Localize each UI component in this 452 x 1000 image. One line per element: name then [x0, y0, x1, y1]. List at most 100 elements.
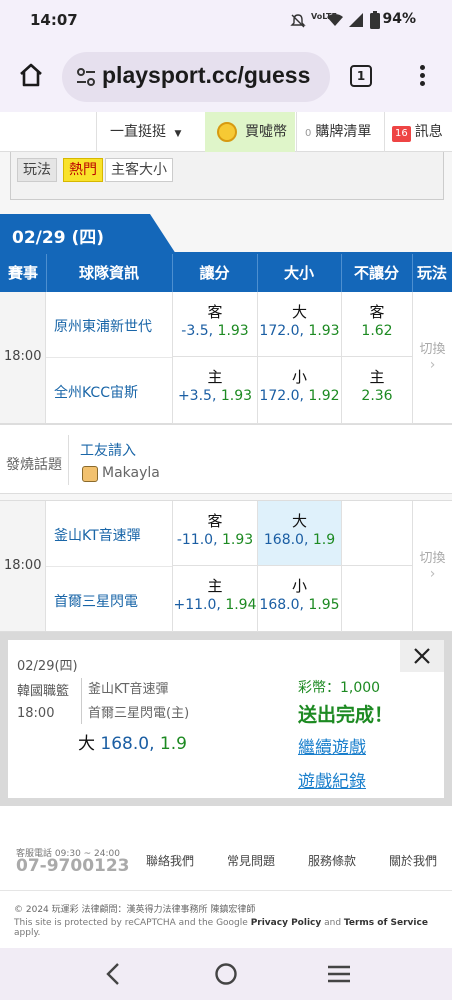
back-icon[interactable] — [103, 962, 123, 986]
cart-link[interactable]: 0 購牌清單 — [305, 112, 371, 152]
total-line: 168.0, — [259, 597, 304, 613]
filter-chip-hot[interactable]: 熱門 — [63, 158, 103, 182]
team-name-home[interactable]: 首爾三星閃電 — [54, 591, 138, 611]
game-record-link[interactable]: 遊戲紀錄 — [298, 767, 366, 792]
messages-count: 16 — [392, 126, 411, 142]
continue-game-link[interactable]: 繼續遊戲 — [298, 733, 366, 758]
game-row: 18:00 原州東浦新世代 全州KCC宙斯 客 -3.5, 1.93 主 +3.… — [0, 292, 452, 424]
site-footer: 客服電話 09:30 ~ 24:00 07-9700123 聯絡我們 常見問題 … — [0, 806, 452, 948]
spread-cell-away[interactable]: 客 -3.5, 1.93 — [172, 292, 257, 357]
spread-value: -11.0, 1.93 — [173, 532, 257, 548]
header-event: 賽事 — [7, 264, 38, 282]
team-name-away[interactable]: 原州東浦新世代 — [54, 316, 152, 336]
switch-label: 切換 — [419, 342, 446, 357]
bet-pick-side: 大 — [78, 734, 95, 754]
buy-coins-button[interactable]: 買噓幣 — [205, 112, 295, 152]
hotline-number[interactable]: 07-9700123 — [16, 856, 130, 876]
moneyline-side: 客 — [369, 303, 385, 321]
switch-play-button[interactable]: 切換 › — [412, 292, 452, 424]
moneyline-odds: 2.36 — [361, 388, 393, 404]
moneyline-cell-away[interactable]: 客 1.62 — [341, 292, 412, 357]
recent-apps-icon[interactable] — [327, 964, 351, 984]
hot-topic-link[interactable]: 工友請入 — [80, 440, 136, 460]
site-settings-icon[interactable] — [76, 68, 96, 86]
spread-odds: 1.93 — [221, 532, 254, 548]
messages-label: 訊息 — [414, 124, 443, 140]
recaptcha-notice: This site is protected by reCAPTCHA and … — [14, 918, 452, 938]
total-cell-under[interactable]: 小 172.0, 1.92 — [257, 357, 341, 424]
total-value: 168.0, 1.95 — [258, 597, 341, 613]
copyright-text: © 2024 玩運彩 法律顧問：漢英得力法律事務所 陳鎮宏律師 — [14, 905, 256, 915]
total-cell-over[interactable]: 大 172.0, 1.93 — [257, 292, 341, 357]
recaptcha-text: This site is protected by reCAPTCHA and … — [14, 918, 248, 928]
total-line: 172.0, — [259, 323, 304, 339]
total-line: 172.0, — [259, 388, 304, 404]
team-name-away[interactable]: 釜山KT音速彈 — [54, 525, 141, 545]
nav-divider — [296, 112, 297, 152]
spread-side: 客 — [207, 303, 223, 321]
bet-team-home: 首爾三星閃電(主) — [88, 706, 190, 721]
user-dropdown-label: 一直挺挺 — [110, 124, 166, 140]
total-side: 小 — [291, 368, 307, 386]
footer-link-faq[interactable]: 常見問題 — [227, 852, 275, 869]
spread-side: 主 — [207, 368, 223, 386]
status-time: 14:07 — [30, 11, 78, 29]
game-time: 18:00 — [4, 558, 42, 573]
home-icon[interactable] — [16, 60, 46, 90]
bet-date: 02/29(四) — [17, 659, 78, 674]
spread-cell-away[interactable]: 客 -11.0, 1.93 — [172, 501, 257, 566]
footer-link-contact[interactable]: 聯絡我們 — [146, 852, 194, 869]
recaptcha-and: and — [324, 918, 342, 928]
buy-coins-label: 買噓幣 — [245, 124, 287, 140]
close-icon — [414, 648, 430, 664]
chevron-right-icon: › — [429, 357, 436, 373]
date-tab-label: 02/29 (四) — [12, 228, 104, 248]
switch-play-button[interactable]: 切換 › — [412, 501, 452, 633]
team-name-home[interactable]: 全州KCC宙斯 — [54, 382, 138, 402]
wifi-icon — [327, 13, 343, 26]
filter-bar: 玩法 熱門 主客大小 — [10, 152, 444, 200]
total-value: 172.0, 1.93 — [258, 323, 341, 339]
close-popup-button[interactable] — [400, 640, 444, 672]
cart-label: 購牌清單 — [315, 124, 372, 140]
url-bar[interactable]: playsport.cc/guess — [62, 52, 330, 102]
signal-icon — [349, 13, 363, 27]
total-odds: 1.9 — [312, 532, 336, 548]
bet-pick-line: 168.0, — [100, 734, 155, 754]
messages-link[interactable]: 16 訊息 — [392, 112, 443, 152]
filter-chip-play[interactable]: 玩法 — [17, 158, 57, 182]
bet-time: 18:00 — [17, 706, 55, 721]
hot-topic-author[interactable]: Makayla — [102, 465, 160, 481]
more-menu-icon[interactable] — [412, 62, 432, 92]
filter-chip-home-away[interactable]: 主客大小 — [105, 158, 173, 182]
footer-link-about[interactable]: 關於我們 — [389, 852, 437, 869]
total-value: 168.0, 1.9 — [258, 532, 341, 548]
spread-odds: 1.93 — [220, 388, 253, 404]
total-cell-over-selected[interactable]: 大 168.0, 1.9 — [257, 501, 341, 566]
bet-summary-card: 02/29(四) 韓國職籃 18:00 釜山KT音速彈 首爾三星閃電(主) 大 … — [8, 640, 298, 798]
header-total: 大小 — [283, 264, 314, 282]
coin-icon — [217, 122, 237, 142]
bet-divider — [81, 678, 82, 724]
total-odds: 1.95 — [308, 597, 340, 613]
user-dropdown[interactable]: 一直挺挺 ▼ — [110, 112, 181, 152]
browser-toolbar: playsport.cc/guess 1 — [0, 42, 452, 112]
moneyline-cell-empty — [341, 501, 412, 566]
moneyline-side: 主 — [369, 368, 385, 386]
total-side: 小 — [291, 577, 307, 595]
spread-line: +11.0, — [173, 597, 221, 613]
footer-link-terms[interactable]: 服務條款 — [308, 852, 356, 869]
total-cell-under[interactable]: 小 168.0, 1.95 — [257, 566, 341, 633]
terms-of-service-link[interactable]: Terms of Service — [344, 918, 428, 928]
spread-cell-home[interactable]: 主 +11.0, 1.94 — [172, 566, 257, 633]
url-text[interactable]: playsport.cc/guess — [102, 62, 310, 89]
spread-cell-home[interactable]: 主 +3.5, 1.93 — [172, 357, 257, 424]
moneyline-cell-home[interactable]: 主 2.36 — [341, 357, 412, 424]
home-nav-icon[interactable] — [214, 962, 238, 986]
privacy-policy-link[interactable]: Privacy Policy — [251, 918, 322, 928]
tab-switcher-button[interactable]: 1 — [350, 65, 372, 87]
total-value: 172.0, 1.92 — [258, 388, 341, 404]
bet-confirmation-panel: 02/29(四) 韓國職籃 18:00 釜山KT音速彈 首爾三星閃電(主) 大 … — [0, 632, 452, 806]
header-spread: 讓分 — [199, 264, 230, 282]
moneyline-cell-empty — [341, 566, 412, 633]
